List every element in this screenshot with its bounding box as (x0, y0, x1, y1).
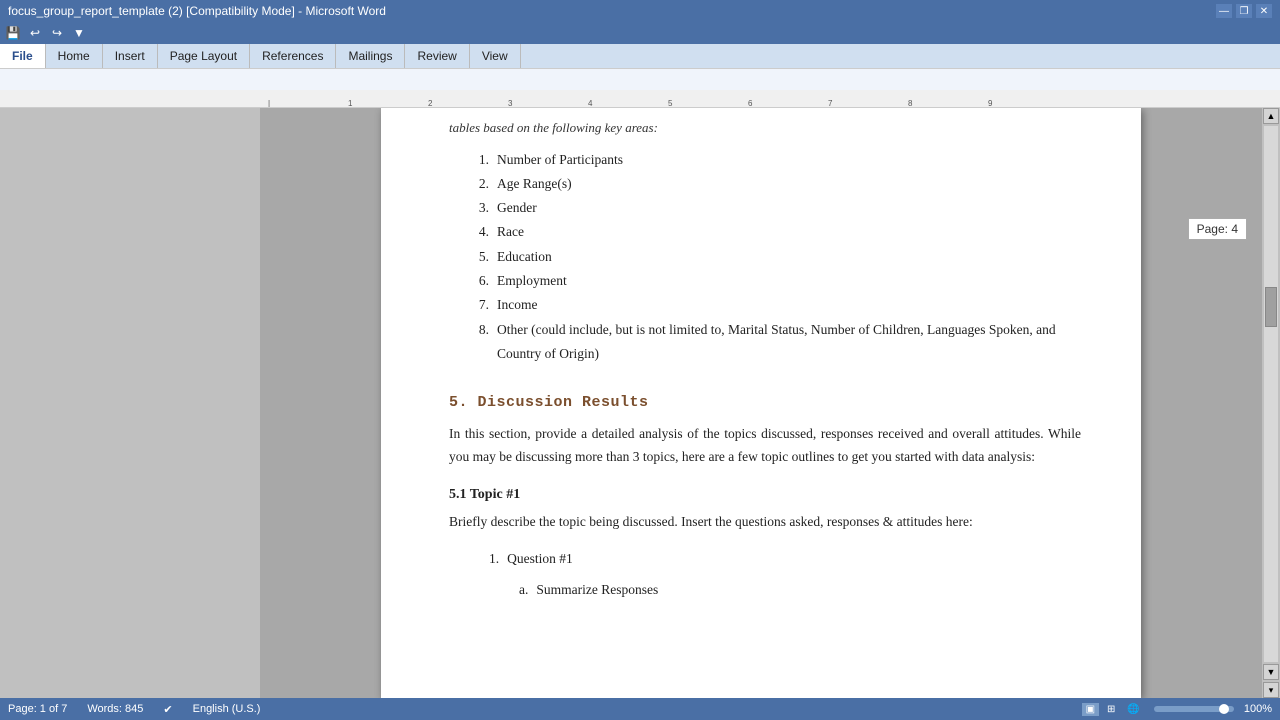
list-item-8-text: Other (could include, but is not limited… (497, 318, 1081, 367)
page-indicator: Page: 4 (1188, 218, 1247, 240)
minimize-button[interactable]: — (1216, 4, 1232, 18)
page-count: Page: 1 of 7 (8, 703, 67, 715)
zoom-thumb (1219, 704, 1229, 714)
left-sidebar (0, 108, 260, 698)
zoom-slider[interactable] (1154, 706, 1234, 712)
title-bar: focus_group_report_template (2) [Compati… (0, 0, 1280, 22)
full-screen-icon[interactable]: ⊞ (1103, 703, 1119, 716)
list-item-8: 8. Other (could include, but is not limi… (469, 318, 1081, 367)
list-item-2: 2. Age Range(s) (469, 172, 1081, 196)
scroll-track[interactable] (1264, 126, 1278, 662)
list-item-4-text: Race (497, 220, 524, 244)
section-5-body: In this section, provide a detailed anal… (449, 423, 1081, 469)
print-layout-icon[interactable]: ▣ (1082, 703, 1099, 716)
list-item-3-text: Gender (497, 196, 537, 220)
word-count: Words: 845 (87, 703, 143, 715)
list-item-6: 6. Employment (469, 269, 1081, 293)
tab-references[interactable]: References (250, 44, 336, 68)
summarize-responses-item: a. Summarize Responses (519, 579, 1081, 602)
restore-button[interactable]: ❐ (1236, 4, 1252, 18)
tab-insert[interactable]: Insert (103, 44, 158, 68)
list-item-5: 5. Education (469, 245, 1081, 269)
undo-icon[interactable]: ↩ (26, 24, 44, 42)
ruler: | 1 2 3 4 5 6 7 8 9 (0, 90, 1280, 108)
web-layout-icon[interactable]: 🌐 (1123, 703, 1143, 716)
section-51-body: Briefly describe the topic being discuss… (449, 511, 1081, 534)
tab-view[interactable]: View (470, 44, 521, 68)
language-label: English (U.S.) (193, 703, 261, 715)
tab-mailings[interactable]: Mailings (336, 44, 405, 68)
list-item-6-text: Employment (497, 269, 567, 293)
ribbon-tabs: File Home Insert Page Layout References … (0, 44, 1280, 68)
list-item-1-text: Number of Participants (497, 148, 623, 172)
proofing-icon: ✔ (163, 703, 172, 716)
scroll-up-button[interactable]: ▲ (1263, 108, 1279, 124)
document-area: Page: 4 tables based on the following ke… (260, 108, 1262, 698)
section-51-heading: 5.1 Topic #1 (449, 487, 1081, 503)
scroll-bottom-button[interactable]: ▾ (1263, 682, 1279, 698)
question-1-item: 1. Question #1 (489, 548, 1081, 571)
list-item-2-text: Age Range(s) (497, 172, 572, 196)
tab-page-layout[interactable]: Page Layout (158, 44, 250, 68)
list-item-7-text: Income (497, 293, 537, 317)
question-1-text: Question #1 (507, 548, 573, 571)
list-item-7: 7. Income (469, 293, 1081, 317)
title-bar-text: focus_group_report_template (2) [Compati… (8, 4, 386, 18)
status-bar: Page: 1 of 7 Words: 845 ✔ English (U.S.)… (0, 698, 1280, 720)
summarize-responses-text: Summarize Responses (536, 579, 658, 602)
status-right: ▣ ⊞ 🌐 100% (1082, 703, 1272, 716)
zoom-level: 100% (1244, 703, 1272, 715)
right-scrollbar: ▲ ▼ ▾ (1262, 108, 1280, 698)
close-button[interactable]: ✕ (1256, 4, 1272, 18)
list-item-5-text: Education (497, 245, 552, 269)
question-list: 1. Question #1 (489, 548, 1081, 571)
scroll-thumb[interactable] (1265, 287, 1277, 327)
key-areas-list: 1. Number of Participants 2. Age Range(s… (469, 148, 1081, 367)
title-bar-controls: — ❐ ✕ (1216, 4, 1272, 18)
ribbon-content (0, 68, 1280, 90)
section-5-heading: 5. Discussion Results (449, 394, 1081, 411)
tab-file[interactable]: File (0, 44, 46, 68)
quick-access-toolbar: 💾 ↩ ↪ ▼ (0, 22, 1280, 44)
redo-icon[interactable]: ↪ (48, 24, 66, 42)
scroll-down-button[interactable]: ▼ (1263, 664, 1279, 680)
response-list: a. Summarize Responses (519, 579, 1081, 602)
tab-home[interactable]: Home (46, 44, 103, 68)
view-buttons: ▣ ⊞ 🌐 (1082, 703, 1144, 716)
list-item-1: 1. Number of Participants (469, 148, 1081, 172)
list-item-4: 4. Race (469, 220, 1081, 244)
save-icon[interactable]: 💾 (4, 24, 22, 42)
intro-text: tables based on the following key areas: (449, 118, 1081, 138)
main-area: Page: 4 tables based on the following ke… (0, 108, 1280, 698)
document-page: tables based on the following key areas:… (381, 108, 1141, 698)
customize-icon[interactable]: ▼ (70, 24, 88, 42)
list-item-3: 3. Gender (469, 196, 1081, 220)
tab-review[interactable]: Review (405, 44, 469, 68)
